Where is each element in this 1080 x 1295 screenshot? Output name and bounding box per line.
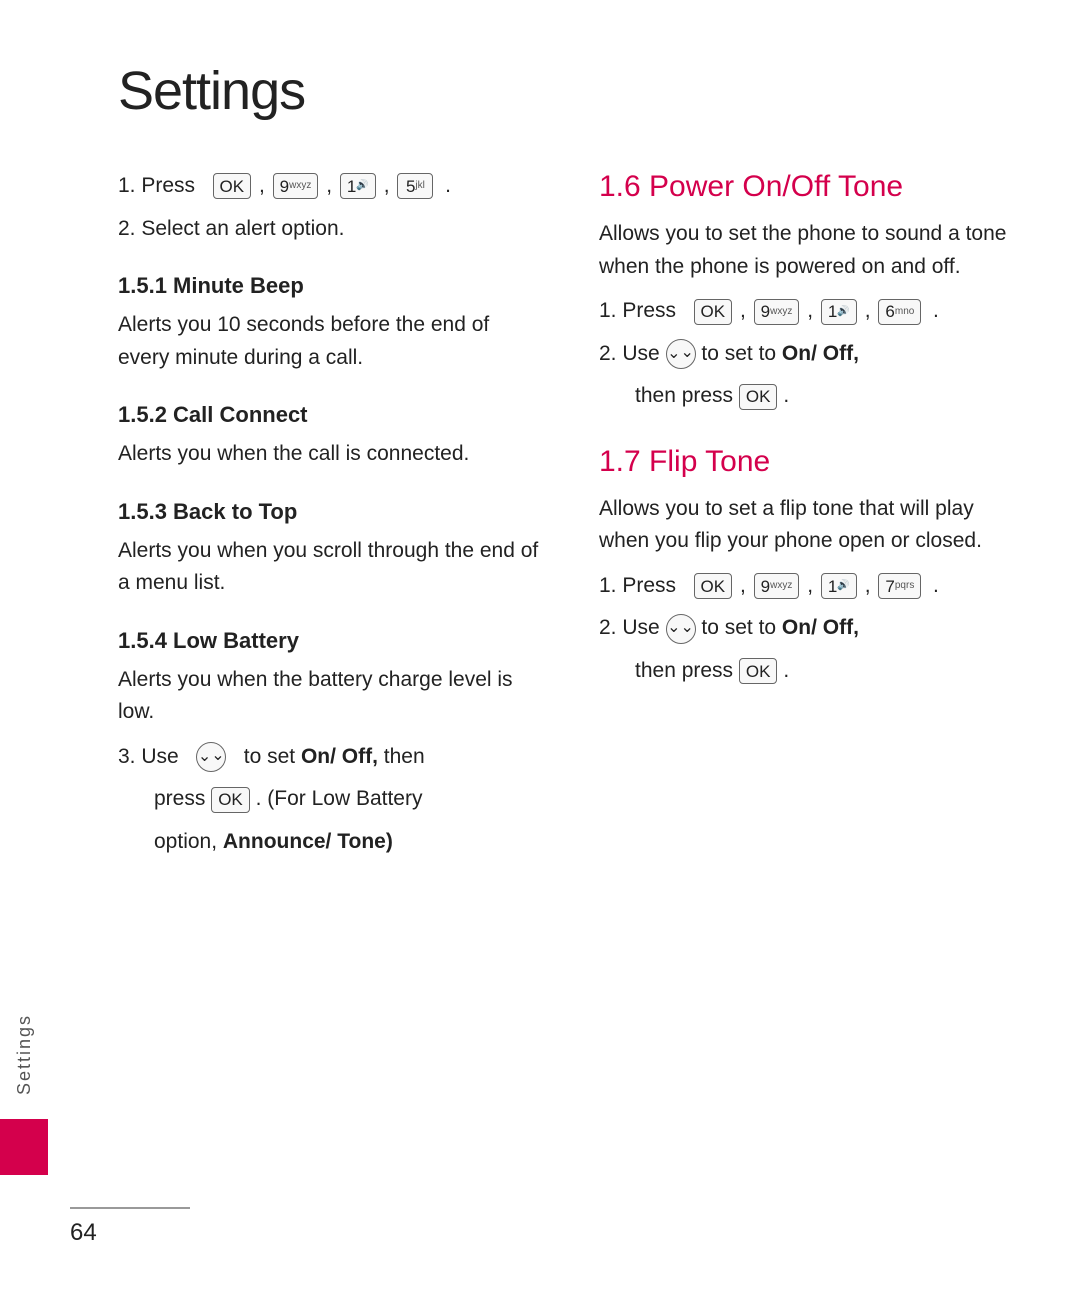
step-16-2-then: then press (635, 384, 739, 407)
step-3-announce: Announce/ (223, 830, 337, 853)
step-17-2-text: 2. Use (599, 616, 666, 639)
step-16-2-press: then press OK . (599, 380, 1020, 413)
step-16-2-period: . (783, 384, 789, 407)
two-column-layout: 1. Press OK , 9wxyz , 1🔊 , 5jkl . 2. Sel… (118, 170, 1020, 1235)
step-3-prefix: 3. Use (118, 745, 179, 768)
step-17-2-press: then press OK . (599, 655, 1020, 688)
comma-3: , (384, 174, 390, 197)
heading-154: 1.5.4 Low Battery (118, 628, 539, 654)
key-ok-step3: OK (211, 787, 250, 813)
text-153: Alerts you when you scroll through the e… (118, 535, 539, 600)
key-ok-17-2: OK (739, 658, 778, 684)
step-16-2-on: On/ (782, 342, 817, 365)
key-9wxyz-17: 9wxyz (754, 573, 800, 599)
step-17-2: 2. Use ⌄ to set to On/ Off, (599, 612, 1020, 645)
step-17-2-then: then press (635, 659, 739, 682)
step-3-option-line: option, Announce/ Tone) (118, 826, 539, 859)
heading-153: 1.5.3 Back to Top (118, 499, 539, 525)
step-3-press-line: press OK . (For Low Battery (118, 783, 539, 816)
page-footer: 64 (70, 1207, 1080, 1247)
step-17-2-off: Off, (823, 616, 859, 639)
step-3-tone: Tone) (337, 830, 393, 853)
key-7pqrs-17: 7pqrs (878, 573, 921, 599)
heading-151: 1.5.1 Minute Beep (118, 273, 539, 299)
step-3-on: On/ (301, 745, 336, 768)
text-152: Alerts you when the call is connected. (118, 438, 539, 471)
step-17-2-period: . (783, 659, 789, 682)
step-16-1: 1. Press OK , 9wxyz , 1🔊 , 6mno . (599, 295, 1020, 328)
step-17-1: 1. Press OK , 9wxyz , 1🔊 , 7pqrs . (599, 570, 1020, 603)
nav-icon-16: ⌄ (666, 339, 696, 369)
page-number: 64 (70, 1219, 97, 1246)
step-16-2: 2. Use ⌄ to set to On/ Off, (599, 338, 1020, 371)
step-3-middle: to set (244, 745, 301, 768)
key-ok-16-2: OK (739, 384, 778, 410)
sidebar-label: Settings (14, 1014, 35, 1095)
step-3-end: then (384, 745, 425, 768)
key-9wxyz: 9wxyz (273, 173, 319, 199)
step-17-1-prefix: 1. Press (599, 574, 676, 597)
step-17-2-middle: to set to (701, 616, 782, 639)
text-17: Allows you to set a flip tone that will … (599, 493, 1020, 558)
step-1-line: 1. Press OK , 9wxyz , 1🔊 , 5jkl . (118, 170, 539, 203)
heading-152: 1.5.2 Call Connect (118, 402, 539, 428)
step-3-off: Off, (342, 745, 378, 768)
text-16: Allows you to set the phone to sound a t… (599, 218, 1020, 283)
step-16-1-prefix: 1. Press (599, 299, 676, 322)
step-1-prefix: 1. Press (118, 174, 195, 197)
step-3-paren: . (For Low Battery (256, 787, 423, 810)
key-ok-17: OK (694, 573, 733, 599)
key-1b-16: 1🔊 (821, 299, 857, 325)
key-1b-17: 1🔊 (821, 573, 857, 599)
left-column: 1. Press OK , 9wxyz , 1🔊 , 5jkl . 2. Sel… (118, 170, 539, 1235)
step-16-2-off: Off, (823, 342, 859, 365)
key-ok-16: OK (694, 299, 733, 325)
main-content: Settings 1. Press OK , 9wxyz , 1🔊 , 5jkl… (48, 0, 1080, 1295)
sidebar-tab: Settings (0, 0, 48, 1295)
nav-icon-step3: ⌄ (196, 742, 226, 772)
page-title: Settings (118, 60, 1020, 122)
key-ok: OK (213, 173, 252, 199)
key-6mno-16: 6mno (878, 299, 921, 325)
step-3-option-label: option, (154, 830, 223, 853)
key-9wxyz-16: 9wxyz (754, 299, 800, 325)
heading-17: 1.7 Flip Tone (599, 445, 1020, 479)
step-3-press-label: press (154, 787, 211, 810)
key-1a: 1🔊 (340, 173, 376, 199)
footer-line (70, 1207, 190, 1209)
page-container: Settings Settings 1. Press OK , 9wxyz , … (0, 0, 1080, 1295)
text-151: Alerts you 10 seconds before the end of … (118, 309, 539, 374)
step-3-line: 3. Use ⌄ to set On/ Off, then (118, 741, 539, 774)
step-2-line: 2. Select an alert option. (118, 213, 539, 246)
comma-1: , (259, 174, 265, 197)
step-16-2-middle: to set to (701, 342, 782, 365)
text-154: Alerts you when the battery charge level… (118, 664, 539, 729)
nav-icon-17: ⌄ (666, 614, 696, 644)
right-column: 1.6 Power On/Off Tone Allows you to set … (599, 170, 1020, 1235)
key-5jkl: 5jkl (397, 173, 433, 199)
sidebar-marker (0, 1119, 48, 1175)
step-16-2-text: 2. Use (599, 342, 666, 365)
step-17-2-on: On/ (782, 616, 817, 639)
comma-2: , (326, 174, 332, 197)
heading-16: 1.6 Power On/Off Tone (599, 170, 1020, 204)
